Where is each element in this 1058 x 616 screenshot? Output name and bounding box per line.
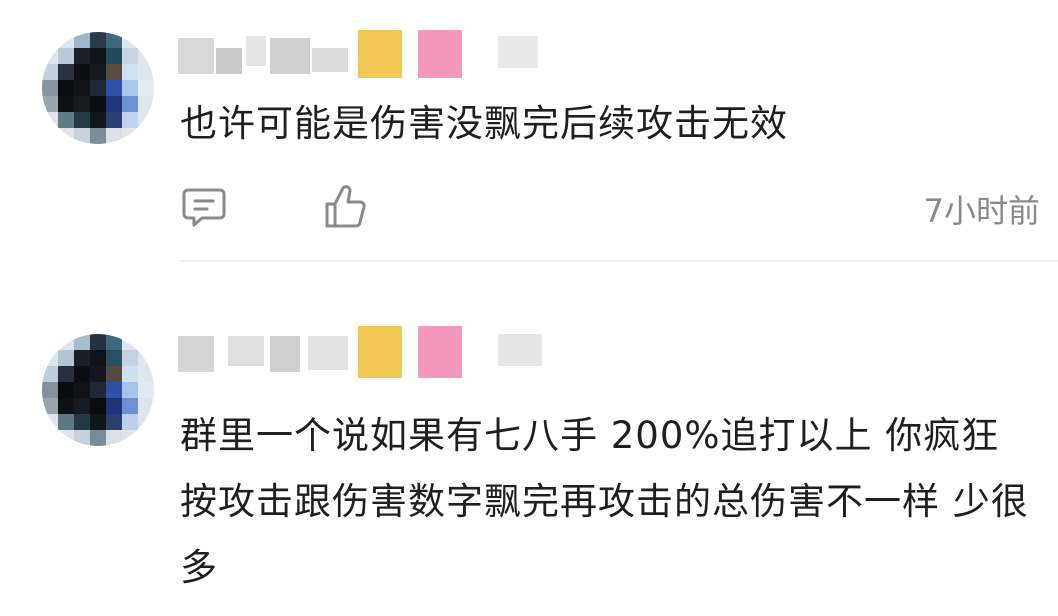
comment-actions: 7小时前 bbox=[180, 182, 1040, 232]
comment-text: 群里一个说如果有七八手 200%追打以上 你疯狂按攻击跟伤害数字飘完再攻击的总伤… bbox=[180, 414, 1029, 589]
divider bbox=[180, 260, 1058, 262]
comment-text: 也许可能是伤害没飘完后续攻击无效 bbox=[180, 102, 788, 145]
comment-item: 群里一个说如果有七八手 200%追打以上 你疯狂按攻击跟伤害数字飘完再攻击的总伤… bbox=[0, 300, 1058, 616]
avatar[interactable] bbox=[42, 32, 154, 144]
user-name-blurred[interactable] bbox=[178, 26, 548, 78]
comment-timestamp: 7小时前 bbox=[923, 192, 1040, 230]
avatar[interactable] bbox=[42, 334, 154, 446]
comment-item: 也许可能是伤害没飘完后续攻击无效 7小时前 bbox=[0, 0, 1058, 262]
comment-reply-icon[interactable] bbox=[180, 182, 228, 230]
user-name-blurred[interactable] bbox=[178, 324, 548, 378]
thumbs-up-icon[interactable] bbox=[324, 182, 368, 230]
